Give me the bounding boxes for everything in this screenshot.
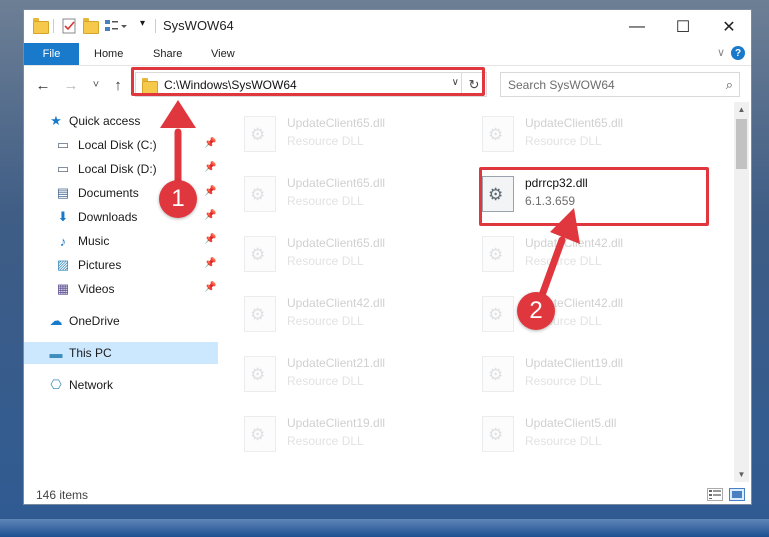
desktop-background xyxy=(0,519,769,537)
annotation-arrows xyxy=(160,100,580,302)
step-2-badge: 2 xyxy=(517,292,555,330)
step-1-badge: 1 xyxy=(159,180,197,218)
